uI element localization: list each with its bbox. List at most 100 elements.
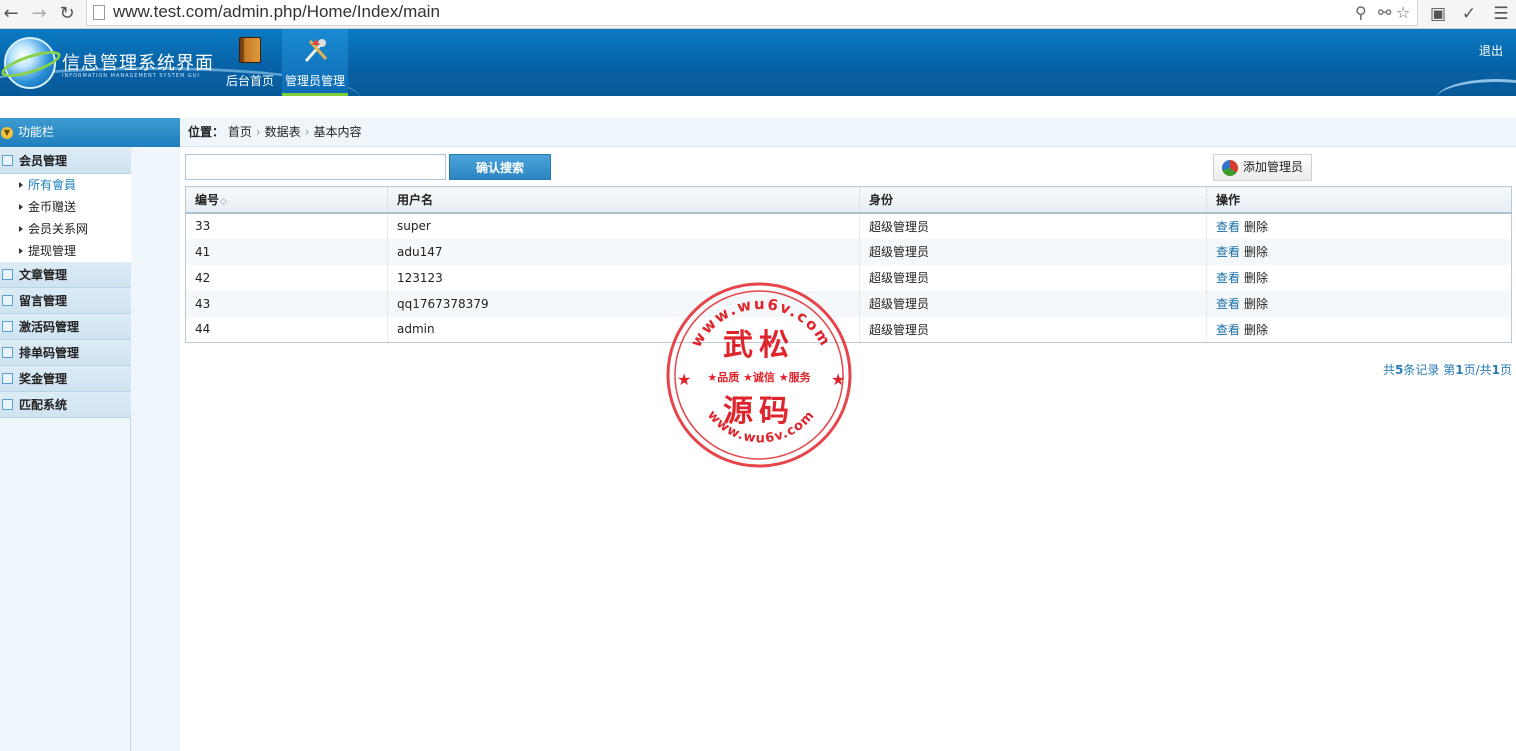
forward-icon[interactable]: → xyxy=(28,3,50,25)
calendar-icon xyxy=(2,321,13,332)
current-page: 1 xyxy=(1455,363,1464,377)
cell-role: 超级管理员 xyxy=(859,290,1207,317)
star-icon[interactable]: ☆ xyxy=(1396,3,1410,23)
table-header-row: 编号◇ 用户名 身份 操作 xyxy=(185,186,1512,214)
nav-home[interactable]: 后台首页 xyxy=(217,29,283,96)
reload-icon[interactable]: ↻ xyxy=(56,3,78,25)
extension-icon[interactable]: ▣ xyxy=(1427,3,1449,25)
sidebar-group-queue-codes[interactable]: 排单码管理 xyxy=(0,340,131,366)
pie-chart-icon xyxy=(1222,160,1238,176)
cell-actions: 查看 删除 xyxy=(1206,264,1512,291)
sidebar: ▼ 功能栏 会员管理 所有會員 金币赠送 会员关系网 提现管理 文章管理 留言管… xyxy=(0,118,180,751)
sidebar-group-label: 匹配系统 xyxy=(19,398,68,412)
cell-username: super xyxy=(387,212,860,239)
edit-icon xyxy=(2,295,13,306)
key-icon[interactable]: ⚯ xyxy=(1378,3,1391,23)
cell-id: 43 xyxy=(185,290,388,317)
sidebar-group-bonus[interactable]: 奖金管理 xyxy=(0,366,131,392)
chevron-down-icon: ▼ xyxy=(1,127,13,139)
caret-right-icon xyxy=(19,248,23,254)
edit-icon xyxy=(2,269,13,280)
sidebar-item-withdrawals[interactable]: 提现管理 xyxy=(0,240,131,262)
book-icon xyxy=(237,37,263,65)
app-subtitle: INFORMATION MANAGEMENT SYSTEM GUI xyxy=(62,73,200,79)
sort-icon[interactable]: ◇ xyxy=(220,197,227,207)
sidebar-group-articles[interactable]: 文章管理 xyxy=(0,262,131,288)
column-header-username: 用户名 xyxy=(387,186,860,214)
add-admin-label: 添加管理员 xyxy=(1243,160,1304,174)
sidebar-group-matching[interactable]: 匹配系统 xyxy=(0,392,131,418)
breadcrumb-separator: › xyxy=(304,125,310,139)
cell-id: 41 xyxy=(185,238,388,265)
delete-link[interactable]: 删除 xyxy=(1244,297,1268,311)
url-text[interactable]: www.test.com/admin.php/Home/Index/main xyxy=(113,2,440,22)
sidebar-group-label: 激活码管理 xyxy=(19,320,80,334)
view-link[interactable]: 查看 xyxy=(1216,297,1240,311)
app-header: 信息管理系统界面 INFORMATION MANAGEMENT SYSTEM G… xyxy=(0,29,1516,96)
cell-role: 超级管理员 xyxy=(859,264,1207,291)
search-button[interactable]: 确认搜索 xyxy=(449,154,551,180)
search-icon[interactable]: ⚲ xyxy=(1355,3,1367,23)
breadcrumb: 位置： 首页 › 数据表 › 基本内容 xyxy=(180,118,1516,147)
view-link[interactable]: 查看 xyxy=(1216,323,1240,337)
watermark-line1: 武松 xyxy=(723,328,795,363)
app-title: 信息管理系统界面 xyxy=(62,53,214,74)
add-admin-button[interactable]: 添加管理员 xyxy=(1213,154,1312,181)
sidebar-title: 功能栏 xyxy=(18,125,55,139)
search-input[interactable] xyxy=(185,154,446,180)
breadcrumb-item[interactable]: 数据表 xyxy=(265,125,301,139)
delete-link[interactable]: 删除 xyxy=(1244,271,1268,285)
page-icon xyxy=(93,5,105,20)
view-link[interactable]: 查看 xyxy=(1216,245,1240,259)
view-link[interactable]: 查看 xyxy=(1216,271,1240,285)
logout-link[interactable]: 退出 xyxy=(1479,42,1503,59)
check-icon[interactable]: ✓ xyxy=(1458,3,1480,25)
delete-link[interactable]: 删除 xyxy=(1244,323,1268,337)
caret-right-icon xyxy=(19,204,23,210)
caret-right-icon xyxy=(19,182,23,188)
header-decoration-right xyxy=(1436,79,1516,96)
sidebar-group-label: 排单码管理 xyxy=(19,346,80,360)
star-icon: ★ xyxy=(677,370,691,389)
cell-role: 超级管理员 xyxy=(859,316,1207,343)
calendar-icon xyxy=(2,373,13,384)
calendar-icon xyxy=(2,399,13,410)
sidebar-group-label: 奖金管理 xyxy=(19,372,68,386)
sidebar-item-coin-gift[interactable]: 金币赠送 xyxy=(0,196,131,218)
cell-role: 超级管理员 xyxy=(859,238,1207,265)
sidebar-group-label: 会员管理 xyxy=(19,154,68,168)
delete-link[interactable]: 删除 xyxy=(1244,220,1268,234)
cell-id: 33 xyxy=(185,212,388,239)
sidebar-item-label: 所有會員 xyxy=(28,178,77,192)
cell-actions: 查看 删除 xyxy=(1206,316,1512,343)
sidebar-group-members[interactable]: 会员管理 xyxy=(0,148,131,174)
sidebar-item-all-members[interactable]: 所有會員 xyxy=(0,174,131,196)
column-header-actions: 操作 xyxy=(1206,186,1512,214)
nav-home-label: 后台首页 xyxy=(225,74,274,88)
column-header-role: 身份 xyxy=(859,186,1207,214)
menu-icon[interactable]: ☰ xyxy=(1490,3,1512,25)
sidebar-header: ▼ 功能栏 xyxy=(0,118,180,147)
back-icon[interactable]: ← xyxy=(0,3,22,25)
sidebar-item-label: 会员关系网 xyxy=(28,222,89,236)
column-header-id[interactable]: 编号◇ xyxy=(185,186,388,214)
cell-actions: 查看 删除 xyxy=(1206,238,1512,265)
breadcrumb-item[interactable]: 基本内容 xyxy=(314,125,362,139)
sidebar-group-messages[interactable]: 留言管理 xyxy=(0,288,131,314)
total-pages: 1 xyxy=(1491,363,1500,377)
view-link[interactable]: 查看 xyxy=(1216,220,1240,234)
sidebar-item-member-network[interactable]: 会员关系网 xyxy=(0,218,131,240)
breadcrumb-separator: › xyxy=(255,125,261,139)
calendar-icon xyxy=(2,347,13,358)
delete-link[interactable]: 删除 xyxy=(1244,245,1268,259)
list-icon xyxy=(2,155,13,166)
nav-admin-management[interactable]: 管理员管理 xyxy=(282,29,348,96)
address-bar[interactable]: www.test.com/admin.php/Home/Index/main ⚲… xyxy=(86,0,1418,26)
breadcrumb-item[interactable]: 首页 xyxy=(228,125,252,139)
sidebar-item-label: 提现管理 xyxy=(28,244,77,258)
browser-toolbar: ← → ↻ www.test.com/admin.php/Home/Index/… xyxy=(0,0,1516,29)
sidebar-group-activation-codes[interactable]: 激活码管理 xyxy=(0,314,131,340)
cell-role: 超级管理员 xyxy=(859,212,1207,239)
cell-id: 44 xyxy=(185,316,388,343)
watermark-stamp: www.wu6v.com 武松 ★品质 ★诚信 ★服务 ★ ★ 源码 www.w… xyxy=(666,282,852,468)
